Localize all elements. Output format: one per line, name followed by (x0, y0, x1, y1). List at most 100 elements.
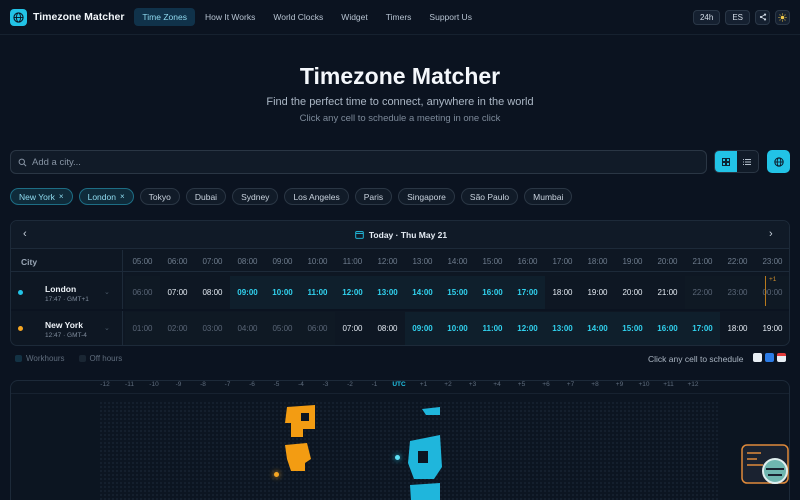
time-cell[interactable]: 17:00 (510, 276, 545, 309)
city-chip[interactable]: New York × (10, 188, 73, 205)
utc-offset-label: -12 (100, 381, 110, 388)
chevron-icon[interactable]: ⌄ (104, 288, 110, 296)
time-cell[interactable]: 02:00 (160, 312, 195, 345)
time-cell[interactable]: 16:00 (650, 312, 685, 345)
hour-header-cell: 05:00 (132, 257, 153, 266)
time-cell[interactable]: 20:00 (615, 276, 650, 309)
time-cell[interactable]: 03:00 (195, 312, 230, 345)
city-chip[interactable]: Sydney (232, 188, 279, 205)
utc-offset-label: +11 (663, 381, 674, 388)
share-button[interactable] (755, 9, 770, 25)
time-cell[interactable]: 15:00 (615, 312, 650, 345)
brand-name[interactable]: Timezone Matcher (33, 11, 124, 23)
nav-link-widget[interactable]: Widget (333, 8, 375, 26)
city-chip-label: Dubai (194, 191, 218, 202)
google-calendar-icon[interactable] (753, 353, 762, 362)
time-cell[interactable]: 08:00 (195, 276, 230, 309)
time-cell[interactable]: 17:00 (685, 312, 720, 345)
london-map-marker[interactable] (395, 455, 400, 460)
time-cell[interactable]: 19:00 (755, 312, 789, 345)
time-cell[interactable]: 13:00 (545, 312, 580, 345)
time-cell[interactable]: 18:00 (720, 312, 755, 345)
time-cell[interactable]: 18:00 (545, 276, 580, 309)
city-chip[interactable]: São Paulo (460, 188, 519, 205)
chevron-icon[interactable]: ⌄ (104, 324, 110, 332)
city-chip-label: Singapore (407, 191, 446, 202)
grid-view-button[interactable] (715, 151, 737, 172)
theme-toggle-button[interactable] (775, 9, 790, 25)
prev-day-arrow-icon[interactable]: ‹ (23, 228, 27, 240)
city-chip[interactable]: London × (78, 188, 134, 205)
time-cell[interactable]: 09:00 (230, 276, 265, 309)
time-cell[interactable]: 23:00 (720, 276, 755, 309)
time-cell[interactable]: 09:00 (405, 312, 440, 345)
remove-chip-icon[interactable]: × (59, 192, 64, 201)
outlook-calendar-icon[interactable] (765, 353, 774, 362)
nav-link-how-it-works[interactable]: How It Works (197, 8, 263, 26)
nav-link-time-zones[interactable]: Time Zones (134, 8, 195, 26)
apple-calendar-icon[interactable] (777, 353, 786, 362)
time-cell[interactable]: 08:00 (370, 312, 405, 345)
time-cell[interactable]: 21:00 (650, 276, 685, 309)
nav-link-timers[interactable]: Timers (378, 8, 420, 26)
time-cell[interactable]: 12:00 (335, 276, 370, 309)
time-cell[interactable]: 19:00 (580, 276, 615, 309)
utc-offset-label: +2 (444, 381, 452, 388)
time-cell[interactable]: 13:00 (370, 276, 405, 309)
time-cell[interactable]: 11:00 (300, 276, 335, 309)
hour-header-cell: 12:00 (377, 257, 398, 266)
city-chip[interactable]: Los Angeles (284, 188, 349, 205)
page-subtitle: Find the perfect time to connect, anywhe… (266, 96, 534, 108)
time-cell[interactable]: 10:00 (265, 276, 300, 309)
city-chip-label: Paris (363, 191, 384, 202)
utc-offset-label: +3 (468, 381, 477, 388)
time-cell[interactable]: 10:00 (440, 312, 475, 345)
nav-links: Time Zones How It Works World Clocks Widget… (134, 8, 480, 26)
city-chip[interactable]: Dubai (185, 188, 227, 205)
next-day-arrow-icon[interactable]: › (769, 228, 773, 240)
globe-settings-button[interactable] (767, 150, 790, 173)
time-cell[interactable]: 14:00 (580, 312, 615, 345)
new-york-timezone-zone[interactable] (281, 403, 321, 473)
offhours-swatch (78, 355, 86, 362)
time-cell[interactable]: 04:00 (230, 312, 265, 345)
list-view-button[interactable] (737, 151, 759, 172)
time-cell[interactable]: 07:00 (335, 312, 370, 345)
time-cell[interactable]: 16:00 (475, 276, 510, 309)
workhours-swatch (15, 355, 22, 362)
city-info[interactable]: London 17:47 · GMT+1 ⌄ (11, 276, 122, 309)
new-york-map-marker[interactable] (274, 472, 279, 477)
time-cell[interactable]: 05:00 (265, 312, 300, 345)
time-cell[interactable]: 14:00 (405, 276, 440, 309)
city-chip[interactable]: Singapore (398, 188, 455, 205)
utc-offset-label: +6 (542, 381, 550, 388)
time-cell[interactable]: 01:00 (125, 312, 160, 345)
city-search[interactable] (10, 150, 707, 174)
next-day-label: +1 (769, 276, 777, 283)
time-format-toggle[interactable]: 24h (692, 9, 721, 25)
city-color-dot (18, 290, 23, 295)
floating-helper-button[interactable] (741, 444, 791, 487)
time-cell[interactable]: 06:00 (125, 276, 160, 309)
nav-link-world-clocks[interactable]: World Clocks (265, 8, 331, 26)
time-cell[interactable]: 12:00 (510, 312, 545, 345)
london-timezone-zone[interactable] (406, 407, 456, 500)
time-cell[interactable]: 22:00 (685, 276, 720, 309)
time-cell[interactable]: 06:00 (300, 312, 335, 345)
city-search-input[interactable] (32, 156, 699, 168)
globe-logo-icon[interactable] (10, 8, 27, 26)
current-date[interactable]: Today · Thu May 21 (369, 230, 447, 240)
hour-header-cell: 14:00 (447, 257, 468, 266)
schedule-hint: Click any cell to schedule (648, 354, 744, 364)
time-cell[interactable]: 07:00 (160, 276, 195, 309)
remove-chip-icon[interactable]: × (120, 192, 125, 201)
city-chip[interactable]: Mumbai (524, 188, 573, 205)
nav-link-support-us[interactable]: Support Us (421, 8, 480, 26)
time-cell[interactable]: 15:00 (440, 276, 475, 309)
city-chip[interactable]: Tokyo (139, 188, 180, 205)
city-chip[interactable]: Paris (354, 188, 393, 205)
language-toggle[interactable]: ES (725, 9, 750, 25)
city-info[interactable]: New York 12:47 · GMT-4 ⌄ (11, 312, 122, 345)
world-timezone-map[interactable]: -12 -11 -10 -9 -8 -7 -6 -5 -4 -3 -2 -1 UTC +1 +2 +3 +4 +5… (10, 380, 790, 500)
time-cell[interactable]: 11:00 (475, 312, 510, 345)
